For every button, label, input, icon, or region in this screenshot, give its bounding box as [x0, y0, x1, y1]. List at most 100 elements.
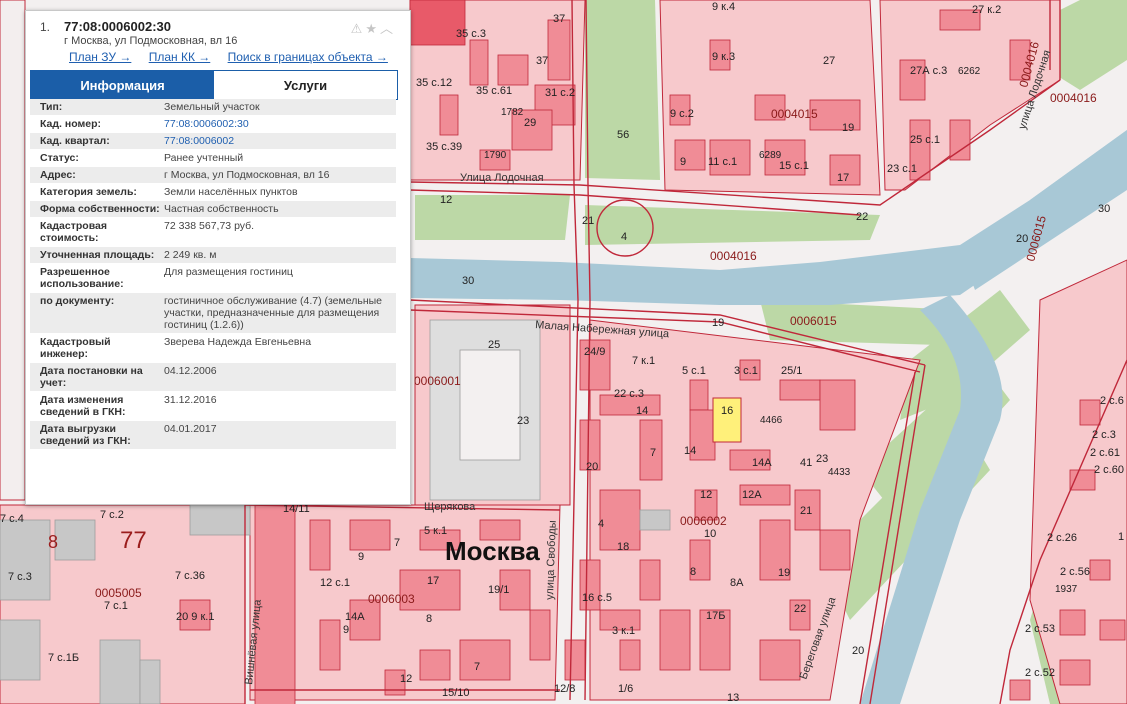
row-value: 2 249 кв. м — [164, 249, 217, 261]
map-label: 9 с.2 — [670, 108, 694, 120]
table-row: Уточненная площадь: 2 249 кв. м — [30, 247, 396, 264]
row-key: Адрес: — [40, 169, 76, 181]
row-key: Дата выгрузки сведений из ГКН: — [40, 423, 131, 447]
map-label: 14 — [684, 445, 696, 457]
map-label: 12 — [400, 673, 412, 685]
tab-info[interactable]: Информация — [31, 71, 214, 99]
region-code: 77 — [120, 527, 147, 554]
map-label: 35 с.61 — [476, 85, 512, 97]
row-value: Земельный участок — [164, 101, 260, 113]
quarter-label: 0006015 — [790, 314, 837, 328]
quarter-label: 0004015 — [771, 107, 818, 121]
table-row: Форма собственности: Частная собственност… — [30, 201, 396, 218]
map-label: 23 — [517, 415, 529, 427]
map-label: 19 — [712, 317, 724, 329]
table-row: Тип: Земельный участок — [30, 99, 396, 116]
map-label: 8 — [690, 566, 696, 578]
quarter-label: 0006002 — [680, 514, 727, 528]
row-value: Частная собственность — [164, 203, 279, 215]
result-index: 1. — [40, 20, 51, 34]
map-label: 19 — [842, 122, 854, 134]
map-label: 12 с.1 — [320, 577, 350, 589]
cad-quarter-link[interactable]: 77:08:0006002 — [160, 133, 396, 149]
collapse-icon[interactable]: ︿ — [380, 21, 396, 36]
map-label: 27 к.2 — [972, 4, 1001, 16]
map-label: 1 с.3 — [1118, 531, 1127, 543]
map-label: 7 с.3 — [8, 571, 32, 583]
map-label: 3 с.1 — [734, 365, 758, 377]
map-label: 6289 — [759, 150, 782, 161]
plan-kk-link[interactable]: План КК → — [149, 50, 211, 64]
map-label: 25 с.1 — [910, 134, 940, 146]
quarter-label: 0005005 — [95, 586, 142, 600]
star-icon[interactable]: ★ — [365, 21, 380, 36]
map-label: 12А — [742, 489, 762, 501]
cad-number-link[interactable]: 77:08:0006002:30 — [160, 116, 396, 132]
map-label: 7 — [474, 661, 480, 673]
search-in-bounds-link[interactable]: Поиск в границах объекта → — [228, 50, 388, 64]
map-label: 9 к.4 — [712, 1, 735, 13]
map-label: 7 — [394, 537, 400, 549]
map-label: 4466 — [760, 415, 783, 426]
map-label: 17 — [427, 575, 439, 587]
map-label: 1782 — [501, 107, 524, 118]
map-label: 5 к.1 — [424, 525, 447, 537]
map-label: 27А с.3 — [910, 65, 947, 77]
map-label: 20 — [586, 461, 598, 473]
map-label: 2 с.26 — [1047, 532, 1077, 544]
map-label: 23 — [816, 453, 828, 465]
map-label: 16 с.5 — [582, 592, 612, 604]
row-key: Дата постановки на учет: — [40, 365, 143, 389]
map-label: 19/1 — [488, 584, 509, 596]
quarter-label: 0004016 — [1050, 91, 1097, 105]
map-label: 4 — [598, 518, 604, 530]
row-key: Кад. номер: — [40, 118, 102, 130]
map-label: 2 с.56 — [1060, 566, 1090, 578]
row-value: 04.01.2017 — [164, 423, 217, 435]
row-value: г Москва, ул Подмосковная, вл 16 — [164, 169, 330, 181]
map-label: 11 с.1 — [708, 156, 737, 168]
map-label: 1/6 — [618, 683, 633, 695]
map-label: 56 — [617, 129, 629, 141]
tab-services[interactable]: Услуги — [214, 71, 397, 99]
map-label: 25/1 — [781, 365, 802, 377]
popup-icons[interactable]: ⚠★︿ — [351, 18, 396, 37]
plan-zu-link[interactable]: План ЗУ → — [69, 50, 131, 64]
map-label: 7 к.1 — [632, 355, 655, 367]
map-label: 12 — [440, 194, 452, 206]
row-key: Тип: — [40, 101, 63, 113]
table-row: Разрешенное использование: Для размещения… — [30, 264, 396, 293]
row-key: Разрешенное использование: — [40, 266, 124, 290]
map-label: 7 — [650, 447, 656, 459]
map-label: 37 — [536, 55, 548, 67]
quarter-label: 0006003 — [368, 592, 415, 606]
popup-header: 1. 77:08:0006002:30 г Москва, ул Подмоск… — [26, 11, 410, 51]
region-code: 8 — [48, 532, 58, 552]
row-value: Земли населённых пунктов — [164, 186, 298, 198]
map-label: 18 — [617, 541, 629, 553]
map-label: 15/10 — [442, 687, 470, 699]
map-label: 22 — [856, 211, 868, 223]
map-label: 2 с.60 — [1094, 464, 1124, 476]
map-label: 12/8 — [554, 683, 575, 695]
table-row: Кадастровый инженер: Зверева Надежда Евге… — [30, 334, 396, 363]
row-value: 04.12.2006 — [164, 365, 217, 377]
info-table: Тип: Земельный участок Кад. номер: 77:08:0… — [30, 99, 396, 450]
table-row: Адрес: г Москва, ул Подмосковная, вл 16 — [30, 167, 396, 184]
map-label: 9 — [343, 624, 349, 636]
table-row: Статус: Ранее учтенный — [30, 150, 396, 167]
popup-tabs: Информация Услуги — [30, 70, 398, 100]
warning-icon[interactable]: ⚠ — [351, 21, 366, 36]
map-label: 7 с.2 — [100, 509, 124, 521]
map-label: 14 — [636, 405, 648, 417]
map-label: 30 — [462, 275, 474, 287]
map-label: 30 — [1098, 203, 1110, 215]
address-subtitle: г Москва, ул Подмосковная, вл 16 — [64, 35, 238, 47]
table-row: Кадастровая стоимость: 72 338 567,73 руб. — [30, 218, 396, 247]
table-row: Дата выгрузки сведений из ГКН: 04.01.2017 — [30, 421, 396, 450]
map-label: 24/9 — [584, 346, 605, 358]
map-label: 35 с.3 — [456, 28, 486, 40]
map-label: 9 — [358, 551, 364, 563]
street-label: Щерякова — [424, 501, 476, 513]
map-label: 41 — [800, 457, 812, 469]
